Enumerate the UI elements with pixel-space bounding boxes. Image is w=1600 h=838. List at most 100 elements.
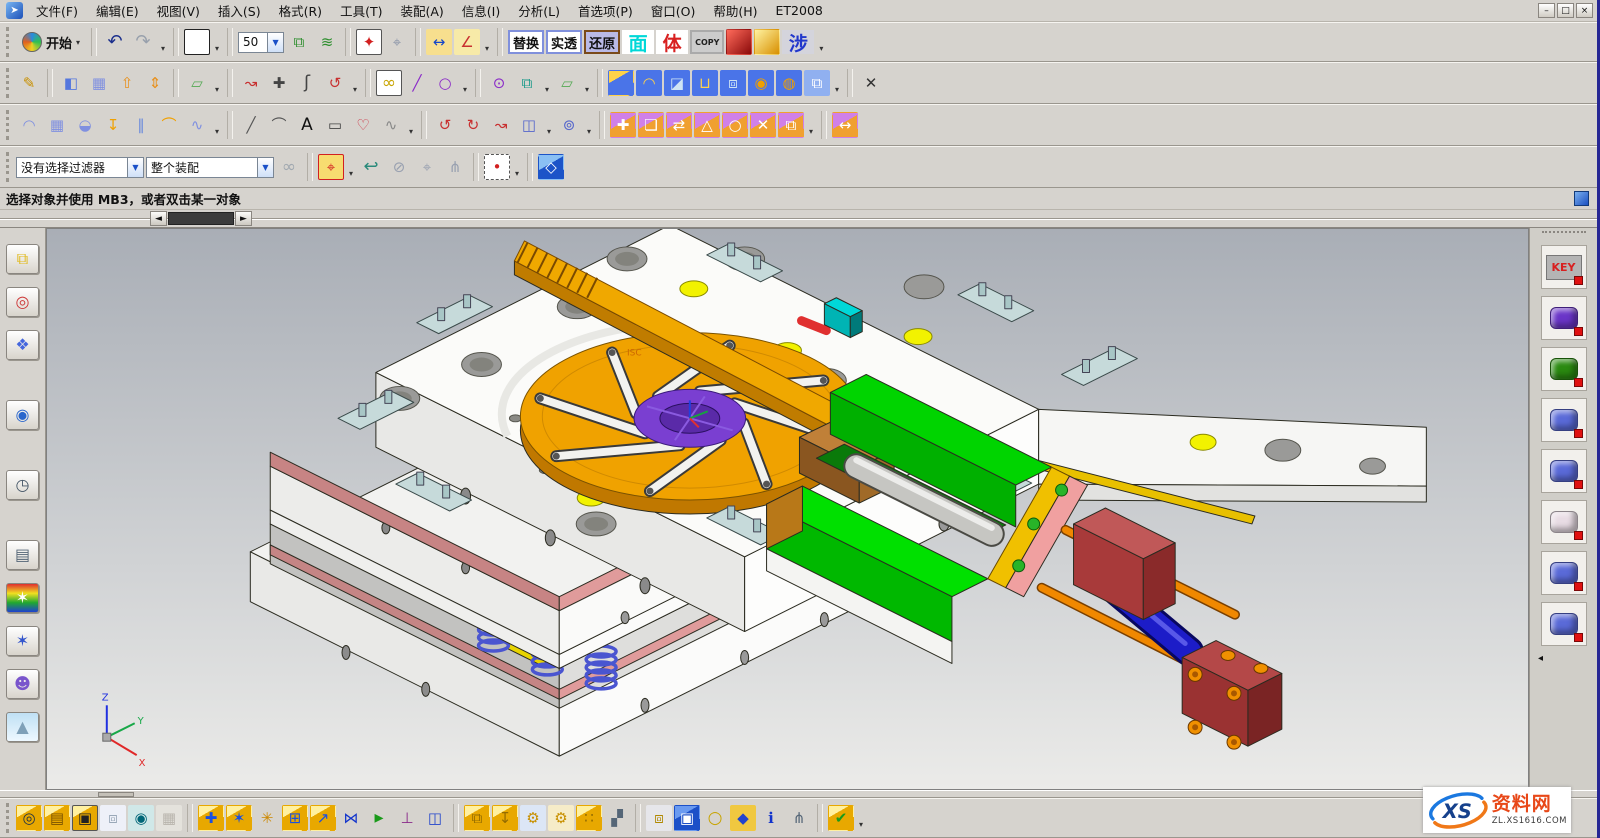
flange-icon[interactable]: ↧ <box>100 112 126 138</box>
chain-select-icon[interactable]: ∞ <box>376 70 402 96</box>
snap-overflow[interactable]: ▾ <box>346 154 356 180</box>
law-curve-icon[interactable]: ↺ <box>322 70 348 96</box>
smooth-curve-icon[interactable]: ↝ <box>488 112 514 138</box>
project-overflow[interactable]: ▾ <box>584 112 594 138</box>
measure-overflow[interactable]: ▾ <box>482 29 492 55</box>
mesh-surface-icon[interactable]: ▦ <box>86 70 112 96</box>
measure-distance-icon[interactable]: ↔ <box>426 29 452 55</box>
through-mesh-icon[interactable]: ▦ <box>44 112 70 138</box>
solid-cube-icon[interactable] <box>726 29 752 55</box>
history-icon[interactable]: ◷ <box>6 470 39 500</box>
hscroll-thumb[interactable] <box>98 792 134 797</box>
pull-face-icon[interactable]: ❏ <box>638 112 664 138</box>
make-work-part-icon[interactable]: ⚙ <box>520 805 546 831</box>
rect-shape-icon[interactable]: ⧉ <box>514 70 540 96</box>
key-parts-icon[interactable]: KEY <box>1541 245 1587 289</box>
stamp-icon[interactable]: ▦ <box>156 805 182 831</box>
wave-link-icon[interactable]: ▣ <box>674 805 700 831</box>
system-materials-icon[interactable]: ▤ <box>6 540 39 570</box>
web-browser-icon[interactable]: ◉ <box>6 400 39 430</box>
line-curve-icon[interactable]: ╱ <box>238 112 264 138</box>
display-mode-icon[interactable] <box>184 29 210 55</box>
rollback-icon[interactable]: ↩ <box>358 154 384 180</box>
bounded-plane-icon[interactable]: ◒ <box>72 112 98 138</box>
sync-overflow[interactable]: ▾ <box>806 112 816 138</box>
add-component-icon[interactable]: ✚ <box>198 805 224 831</box>
unite-icon[interactable]: ⧈ <box>720 70 746 96</box>
assembly-overflow[interactable]: ▾ <box>856 805 866 831</box>
arc-curve-icon[interactable]: ⌒ <box>266 112 292 138</box>
menu-tools[interactable]: 工具(T) <box>331 1 391 21</box>
layer-combo[interactable]: 50▼ <box>238 32 284 53</box>
cavity-icon[interactable]: ⊔ <box>692 70 718 96</box>
wcs-dynamics-icon[interactable]: ✦ <box>356 29 382 55</box>
new-parent-icon[interactable]: ✳ <box>254 805 280 831</box>
copy-face-icon[interactable]: ⧉ <box>778 112 804 138</box>
bridge-curve-icon[interactable]: ↝ <box>238 70 264 96</box>
fitting-part-icon[interactable] <box>1541 551 1587 595</box>
restore-view-button[interactable]: 还原 <box>584 30 620 54</box>
sketch-icon[interactable]: ✎ <box>16 70 42 96</box>
make-displayed-part-icon[interactable]: ⚙ <box>548 805 574 831</box>
plane-icon[interactable]: ▱ <box>554 70 580 96</box>
screw-part-icon[interactable] <box>1541 296 1587 340</box>
section-surface-icon[interactable]: ◫ <box>516 112 542 138</box>
product-outline-icon[interactable]: ▣ <box>72 805 98 831</box>
restore-button[interactable]: □ <box>1557 3 1574 18</box>
redo-icon[interactable]: ↷ <box>130 29 156 55</box>
delete-face-icon[interactable]: ✕ <box>750 112 776 138</box>
menu-preferences[interactable]: 首选项(P) <box>569 1 642 21</box>
plate-part-icon[interactable] <box>1541 449 1587 493</box>
hidden-components-icon[interactable]: ⧈ <box>100 805 126 831</box>
link-browser-icon[interactable]: ⋔ <box>786 805 812 831</box>
highlight-rings-icon[interactable]: ∞ <box>276 154 302 180</box>
dome-icon[interactable]: ◍ <box>776 70 802 96</box>
selection-filter-dropdown[interactable]: 没有选择过滤器▼ <box>16 157 144 178</box>
roles-icon[interactable]: ☻ <box>6 669 39 699</box>
offset-surface-icon[interactable]: ∥ <box>128 112 154 138</box>
undo-overflow[interactable]: ▾ <box>158 29 168 55</box>
move-face-icon[interactable]: ✚ <box>610 112 636 138</box>
view-overflow[interactable]: ▾ <box>816 29 826 55</box>
translucency-button[interactable]: 实透 <box>546 30 582 54</box>
assembly-constraints-icon[interactable]: ▸ <box>366 805 392 831</box>
intersection-curve-icon[interactable]: ✚ <box>266 70 292 96</box>
move-to-layer-icon[interactable]: ≋ <box>314 29 340 55</box>
ruled-sheet-icon[interactable]: ◠ <box>16 112 42 138</box>
start-button[interactable]: 开始▾ <box>16 27 86 57</box>
circle-icon[interactable]: ○ <box>432 70 458 96</box>
recenter-icon[interactable]: ⌖ <box>414 154 440 180</box>
menu-view[interactable]: 视图(V) <box>148 1 209 21</box>
shape-overflow[interactable]: ▾ <box>542 70 552 96</box>
menu-window[interactable]: 窗口(O) <box>642 1 705 21</box>
menu-format[interactable]: 格式(R) <box>270 1 331 21</box>
plane-overflow[interactable]: ▾ <box>582 70 592 96</box>
backgrounds-icon[interactable]: ▲ <box>6 712 39 742</box>
interpart-link-icon[interactable]: ◆ <box>730 805 756 831</box>
align-constraint-icon[interactable]: ⊥ <box>394 805 420 831</box>
wcs-orient-icon[interactable]: ⌖ <box>384 29 410 55</box>
curve-overflow[interactable]: ▾ <box>350 70 360 96</box>
layer-settings-icon[interactable]: ⧉ <box>286 29 312 55</box>
resource-bar-grip[interactable] <box>1542 231 1586 236</box>
graphics-viewport[interactable]: ISC Z Y X <box>46 228 1529 790</box>
part-families-icon[interactable]: ✔ <box>828 805 854 831</box>
marquee-overflow[interactable]: ▾ <box>512 154 522 180</box>
thicken-sheet-icon[interactable]: ⇕ <box>142 70 168 96</box>
rectangle-icon[interactable]: ▭ <box>322 112 348 138</box>
cylinder-face-icon[interactable]: ○ <box>722 112 748 138</box>
section-body-icon[interactable]: ◧ <box>58 70 84 96</box>
feature-overflow[interactable]: ▾ <box>832 70 842 96</box>
sequence-icon[interactable]: ▞ <box>604 805 630 831</box>
relations-ring-icon[interactable]: ○ <box>702 805 728 831</box>
auto-dimension-icon[interactable]: ✕ <box>858 70 884 96</box>
wave-geometry-icon[interactable]: ⧈ <box>646 805 672 831</box>
elbow-part-icon[interactable] <box>1541 602 1587 646</box>
hole-icon[interactable]: ◉ <box>748 70 774 96</box>
menu-file[interactable]: 文件(F) <box>27 1 87 21</box>
copy-icon[interactable]: COPY <box>690 30 724 54</box>
polyline-icon[interactable]: ∿ <box>378 112 404 138</box>
bracket-part-icon[interactable] <box>1541 398 1587 442</box>
resize-face-icon[interactable]: ↔ <box>832 112 858 138</box>
menu-information[interactable]: 信息(I) <box>453 1 509 21</box>
